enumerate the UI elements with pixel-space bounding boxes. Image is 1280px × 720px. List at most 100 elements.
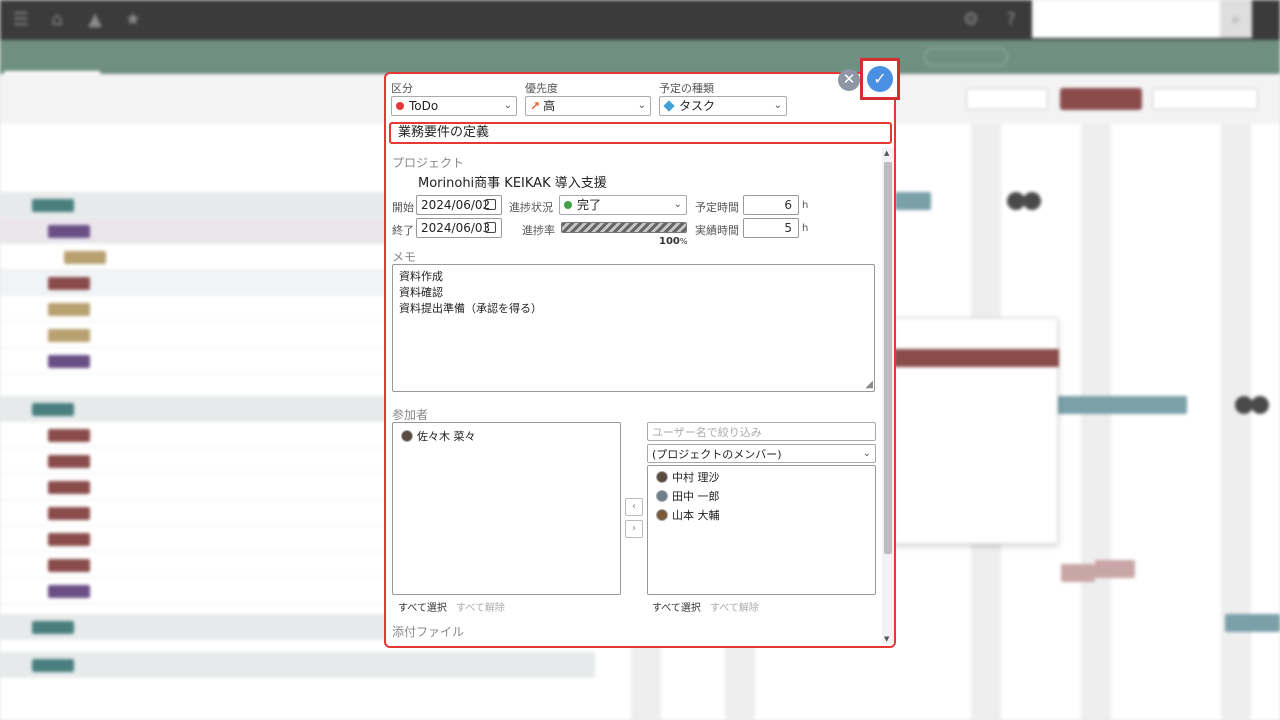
scrollbar-thumb[interactable] [884,162,892,554]
actual-hours-unit: h [802,223,809,234]
status-label: 進捗状況 [509,201,553,214]
tab-schedule[interactable] [104,40,194,74]
member-item[interactable]: 中村 理沙 [656,470,720,486]
participants-list[interactable]: 佐々木 菜々 [392,422,621,595]
chevron-down-icon: ⌄ [503,100,512,111]
avatar [401,430,413,442]
cube-icon [663,100,675,112]
end-date-value: 2024/06/03 [421,221,491,235]
nav-bar [0,40,1280,74]
avatar [656,490,668,502]
dialog-scrollbar[interactable]: ▲ ▼ [882,148,894,644]
tab-project[interactable] [4,40,100,74]
memo-line: 資料作成 [399,270,443,283]
home-icon[interactable]: ⌂ [46,9,68,31]
planned-hours-unit: h [802,200,809,211]
user-filter-placeholder: ユーザー名で絞り込み [652,426,762,439]
event-type-select[interactable]: タスク ⌄ [659,96,787,116]
memo-textarea[interactable]: 資料作成 資料確認 資料提出準備（承認を得る） ◢ [392,264,875,392]
status-value: 完了 [577,198,602,212]
calendar-icon[interactable] [485,222,496,233]
category-value: ToDo [409,99,439,113]
category-label: 区分 [391,82,413,95]
scroll-up-icon[interactable]: ▲ [884,149,889,157]
nav-link-3[interactable] [1130,48,1226,66]
planned-hours-label: 予定時間 [695,201,739,214]
participant-item[interactable]: 佐々木 菜々 [401,429,476,445]
task-title-input[interactable]: 業務要件の定義 [389,122,892,144]
help-icon[interactable]: ? [1000,9,1022,31]
confirm-button-highlight: ✓ [860,58,900,100]
search-input[interactable] [1032,0,1220,38]
priority-select[interactable]: ↗ 高 ⌄ [525,96,651,116]
menu-icon[interactable]: ☰ [10,9,32,31]
members-deselect-all[interactable]: すべて解除 [710,599,759,614]
save-button-bg[interactable] [1060,88,1142,110]
participant-name: 佐々木 菜々 [417,430,476,443]
resize-handle-icon[interactable]: ◢ [865,377,873,393]
start-date-value: 2024/06/02 [421,198,491,212]
progress-readout: 100% [659,236,687,247]
event-type-label: 予定の種類 [659,82,714,95]
dialog-body: プロジェクト Morinohi商事 KEIKAK 導入支援 開始 2024/06… [386,148,894,646]
chevron-down-icon: ⌄ [862,448,871,459]
progress-unit: % [679,237,688,246]
status-dot-icon [564,201,572,209]
actual-hours-input[interactable]: 5 [743,218,799,238]
cancel-button-bg[interactable] [966,88,1048,110]
check-icon[interactable]: ✓ [867,66,893,92]
actual-hours-label: 実績時間 [695,224,739,237]
close-icon[interactable]: ✕ [838,69,860,91]
priority-label: 優先度 [525,82,558,95]
arrow-up-right-icon: ↗ [530,99,541,113]
participants-label: 参加者 [392,408,429,422]
chevron-down-icon: ⌄ [673,199,682,210]
avatar [656,509,668,521]
chevron-left-icon[interactable]: ‹ [625,498,643,516]
member-item[interactable]: 田中 一郎 [656,489,720,505]
member-name: 田中 一郎 [672,490,720,503]
participants-deselect-all[interactable]: すべて解除 [456,599,505,614]
chevron-down-icon: ⌄ [773,100,782,111]
settings-icon[interactable]: ⚙ [960,9,982,31]
user-icon[interactable]: ▲ [84,9,106,31]
progress-fill [562,223,686,232]
top-bar: ☰ ⌂ ▲ ★ ⚙ ? ⌕ [0,0,1280,40]
end-date-field[interactable]: 2024/06/03 [416,218,502,238]
nav-link-2[interactable] [1024,48,1114,66]
scroll-down-icon[interactable]: ▼ [884,635,889,643]
calendar-icon[interactable] [485,199,496,210]
member-item[interactable]: 山本 大輔 [656,508,720,524]
event-type-value: タスク [679,99,716,113]
planned-hours-input[interactable]: 6 [743,195,799,215]
memo-label: メモ [392,250,417,264]
category-select[interactable]: ToDo ⌄ [391,96,517,116]
available-members-list[interactable]: 中村 理沙 田中 一郎 山本 大輔 [647,465,876,595]
members-select-all[interactable]: すべて選択 [652,599,701,614]
avatar [656,471,668,483]
user-filter-input[interactable]: ユーザー名で絞り込み [647,422,876,441]
end-label: 終了 [392,224,414,237]
memo-line: 資料確認 [399,286,443,299]
participants-select-all[interactable]: すべて選択 [398,599,447,614]
star-icon[interactable]: ★ [122,9,144,31]
chevron-right-icon[interactable]: › [625,520,643,538]
project-name: Morinohi商事 KEIKAK 導入支援 [418,176,607,191]
progress-slider[interactable] [561,222,687,233]
nav-pill-1[interactable] [924,48,1008,66]
memo-line: 資料提出準備（承認を得る） [399,302,542,315]
start-date-field[interactable]: 2024/06/02 [416,195,502,215]
progress-label: 進捗率 [522,224,555,237]
member-group-value: (プロジェクトのメンバー) [652,448,782,461]
start-label: 開始 [392,201,414,214]
todo-dot-icon [396,102,404,110]
task-add-button-bg[interactable] [1152,88,1258,110]
progress-value: 100 [659,236,680,247]
attachments-label: 添付ファイル [392,625,465,639]
member-name: 中村 理沙 [672,471,720,484]
status-select[interactable]: 完了 ⌄ [559,195,687,215]
member-group-select[interactable]: (プロジェクトのメンバー) ⌄ [647,444,876,463]
search-icon[interactable]: ⌕ [1220,0,1252,38]
priority-value: 高 [543,99,556,113]
project-label: プロジェクト [392,156,465,170]
